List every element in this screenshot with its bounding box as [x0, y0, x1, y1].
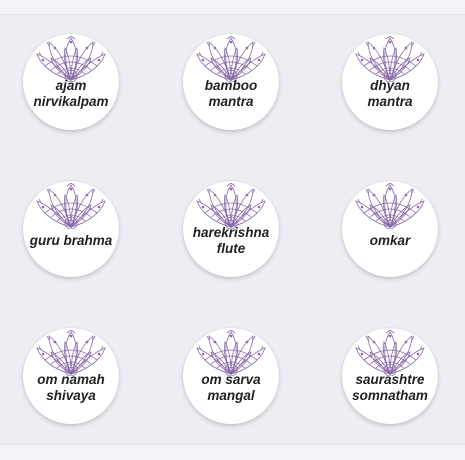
track-label: om namah shivaya: [37, 372, 105, 403]
track-label: guru brahma: [29, 233, 113, 248]
track-label: saurashtre somnatham: [352, 372, 428, 403]
track-label: harekrishna flute: [192, 225, 270, 256]
track-label: omkar: [369, 233, 411, 248]
track-label: bamboo mantra: [204, 78, 258, 109]
track-tile-dhyan-mantra[interactable]: dhyan mantra: [342, 34, 438, 130]
track-tile-guru-brahma[interactable]: guru brahma: [23, 181, 119, 277]
track-tile-harekrishna-flute[interactable]: harekrishna flute: [183, 181, 279, 277]
track-tile-bamboo-mantra[interactable]: bamboo mantra: [183, 34, 279, 130]
track-label: om sarva mangal: [201, 372, 261, 403]
track-tile-saurashtre-somnatham[interactable]: saurashtre somnatham: [342, 328, 438, 424]
track-tile-ajam-nirvikalpam[interactable]: ajam nirvikalpam: [23, 34, 119, 130]
track-tile-omkar[interactable]: omkar: [342, 181, 438, 277]
track-grid: ajam nirvikalpam bamboo mantra dhyan man…: [0, 0, 465, 459]
track-tile-om-sarva-mangal[interactable]: om sarva mangal: [183, 328, 279, 424]
track-label: ajam nirvikalpam: [33, 78, 109, 109]
track-tile-om-namah-shivaya[interactable]: om namah shivaya: [23, 328, 119, 424]
track-label: dhyan mantra: [367, 78, 413, 109]
bottom-bar: [0, 444, 465, 460]
